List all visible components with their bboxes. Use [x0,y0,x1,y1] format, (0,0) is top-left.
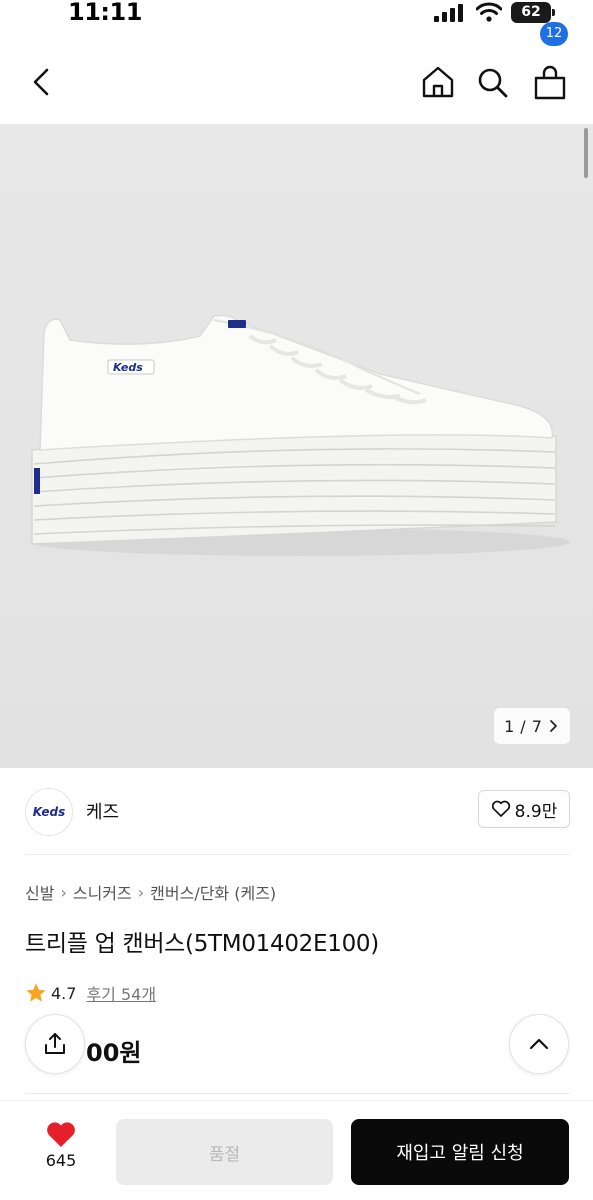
breadcrumb: 신발 › 스니커즈 › 캔버스/단화 (케즈) [25,880,276,904]
wifi-icon [476,2,502,22]
brand-like-count: 8.9만 [514,801,558,822]
breadcrumb-item-canvas[interactable]: 캔버스/단화 (케즈) [150,880,276,904]
status-bar: 11:11 62 [0,0,593,34]
product-image: Keds [30,314,570,556]
divider [25,854,570,855]
bottom-action-bar: 645 품절 재입고 알림 신청 [0,1100,593,1200]
breadcrumb-item-shoes[interactable]: 신발 [25,880,54,904]
shoe-brand-tag: Keds [113,361,143,374]
restock-alert-button[interactable]: 재입고 알림 신청 [351,1119,569,1185]
divider [25,1093,570,1094]
pager-total: 7 [531,716,542,736]
share-icon [45,1033,65,1054]
back-icon[interactable] [26,62,58,102]
nav-header [0,40,593,124]
brand-row: Keds 케즈 8.9만 [0,768,593,854]
pager-separator: / [520,716,526,736]
product-rating: 4.7 후기 54개 [25,981,156,1005]
chevron-right-icon [549,720,557,732]
star-icon [26,983,46,1002]
heart-outline-icon [491,800,510,817]
page-scrollbar[interactable] [584,128,588,178]
product-image-gallery[interactable]: Keds [0,124,593,768]
wishlist-count: 645 [45,1151,77,1170]
pager-current: 1 [504,716,515,736]
wishlist-button[interactable]: 645 [30,1121,92,1183]
home-icon[interactable] [420,62,456,102]
share-button[interactable] [25,1014,85,1074]
product-price: 00원 [86,1039,142,1067]
product-title: 트리플 업 캔버스(5TM01402E100) [25,931,379,957]
chevron-right-icon: › [60,882,67,902]
cart-count-badge: 12 [540,22,568,46]
chevron-right-icon: › [137,882,145,902]
battery-indicator: 62 [511,2,551,23]
brand-name[interactable]: 케즈 [86,798,119,824]
search-icon[interactable] [474,62,510,102]
image-pager[interactable]: 1 / 7 [494,708,570,744]
battery-cap [552,9,555,16]
review-count-link[interactable]: 후기 54개 [86,981,156,1005]
brand-like-button[interactable]: 8.9만 [478,790,570,828]
status-time: 11:11 [68,0,142,26]
brand-logo[interactable]: Keds [25,788,73,836]
scroll-to-top-button[interactable] [509,1014,569,1074]
breadcrumb-item-sneakers[interactable]: 스니커즈 [73,880,132,904]
sold-out-button[interactable]: 품절 [116,1119,333,1185]
heart-filled-icon [47,1122,75,1147]
cart-icon[interactable] [530,62,570,102]
signal-icon [434,4,463,22]
rating-value: 4.7 [51,983,77,1003]
chevron-up-icon [529,1038,549,1050]
